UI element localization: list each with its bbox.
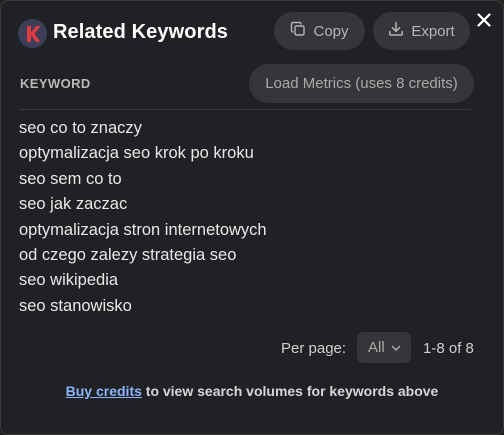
export-button-label: Export <box>411 22 455 40</box>
download-icon <box>388 21 404 41</box>
close-button[interactable] <box>473 11 495 33</box>
panel-header: Related Keywords Copy Export <box>1 1 503 65</box>
keyword-item: seo sem co to <box>19 169 122 188</box>
panel-title: Related Keywords <box>53 21 228 43</box>
chevron-down-icon <box>391 339 401 356</box>
export-button[interactable]: Export <box>373 12 470 50</box>
keyword-list: seo co to znaczy optymalizacja seo krok … <box>19 116 267 319</box>
pagination-bar: Per page: All 1-8 of 8 <box>1 332 503 364</box>
load-metrics-button[interactable]: Load Metrics (uses 8 credits) <box>249 64 474 103</box>
keyword-item: seo stanowisko <box>19 296 132 315</box>
keyword-item: optymalizacja seo krok po kroku <box>19 144 254 163</box>
copy-button[interactable]: Copy <box>274 12 365 50</box>
keyword-item: optymalizacja stron internetowych <box>19 220 267 239</box>
related-keywords-panel: Related Keywords Copy Export KEYWORD Loa… <box>0 0 504 435</box>
keyword-item: seo jak zaczac <box>19 195 128 214</box>
k-logo-icon <box>18 19 47 48</box>
keyword-column-header: KEYWORD <box>20 76 91 91</box>
copy-icon <box>290 21 306 41</box>
per-page-value: All <box>368 339 385 356</box>
per-page-select[interactable]: All <box>357 332 411 363</box>
per-page-label: Per page: <box>281 340 347 357</box>
buy-credits-text: to view search volumes for keywords abov… <box>141 383 439 399</box>
header-divider <box>19 109 471 110</box>
keyword-item: od czego zalezy strategia seo <box>19 246 237 265</box>
buy-credits-note: Buy credits to view search volumes for k… <box>1 383 503 399</box>
buy-credits-link[interactable]: Buy credits <box>66 383 142 399</box>
close-icon <box>477 12 491 32</box>
keyword-item: seo co to znaczy <box>19 119 142 137</box>
keyword-item: seo wikipedia <box>19 271 119 290</box>
copy-button-label: Copy <box>313 22 349 40</box>
page-range: 1-8 of 8 <box>423 340 474 357</box>
